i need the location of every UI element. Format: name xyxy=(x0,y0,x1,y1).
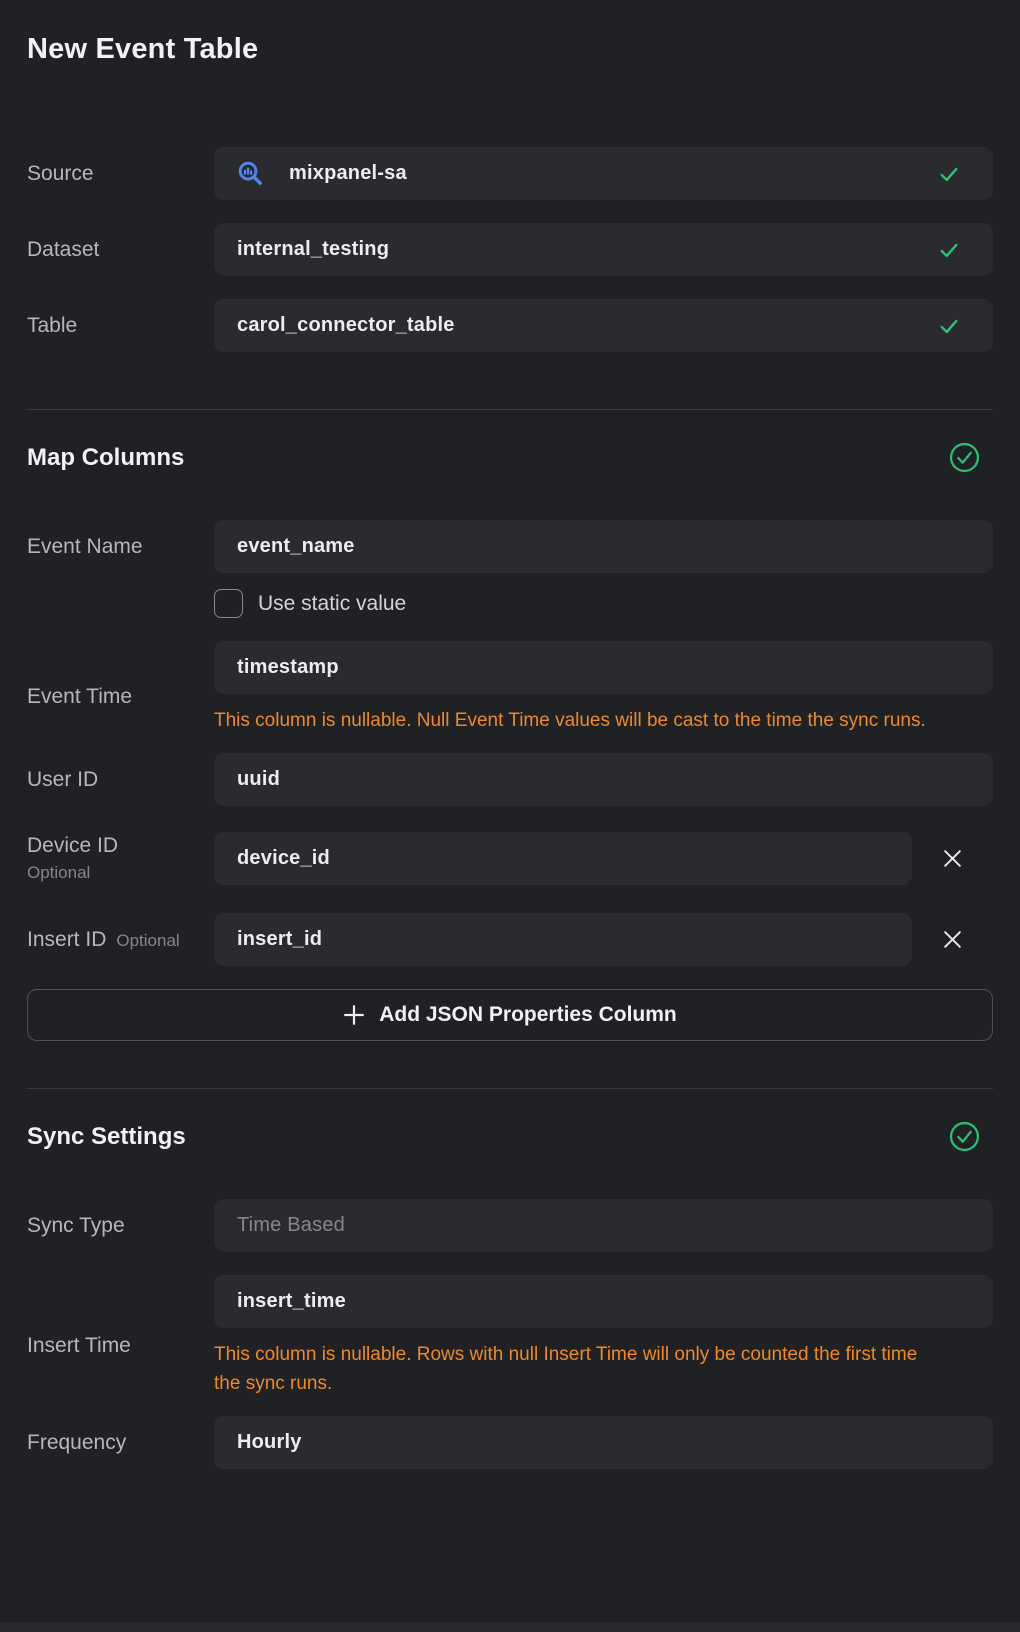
circle-check-icon xyxy=(949,442,980,473)
page-title: New Event Table xyxy=(27,33,993,66)
table-input[interactable]: carol_connector_table xyxy=(214,299,993,352)
check-icon xyxy=(938,315,960,337)
user-id-value: uuid xyxy=(237,768,280,791)
x-icon xyxy=(942,848,963,869)
event-time-label: Event Time xyxy=(27,685,214,709)
circle-check-icon xyxy=(949,1121,980,1152)
table-value: carol_connector_table xyxy=(237,314,455,337)
insert-time-nullable-warning: This column is nullable. Rows with null … xyxy=(214,1340,929,1398)
frequency-label: Frequency xyxy=(27,1431,214,1455)
device-id-input[interactable]: device_id xyxy=(214,832,912,885)
sync-type-value: Time Based xyxy=(237,1214,345,1237)
insert-id-input[interactable]: insert_id xyxy=(214,913,912,966)
sync-settings-header: Sync Settings xyxy=(27,1121,993,1152)
source-label: Source xyxy=(27,162,214,186)
use-static-value-row: Use static value xyxy=(214,589,993,618)
dataset-value: internal_testing xyxy=(237,238,389,261)
event-time-row: Event Time timestamp This column is null… xyxy=(27,641,993,753)
check-icon xyxy=(938,239,960,261)
user-id-label: User ID xyxy=(27,768,214,792)
table-row: Table carol_connector_table xyxy=(27,299,993,352)
dataset-label: Dataset xyxy=(27,238,214,262)
remove-device-id-button[interactable] xyxy=(912,832,993,885)
bottom-edge-strip xyxy=(0,1622,1020,1632)
device-id-optional-tag: Optional xyxy=(27,863,214,883)
plus-icon xyxy=(343,1004,365,1026)
table-label: Table xyxy=(27,314,214,338)
check-icon xyxy=(938,163,960,185)
insert-time-row: Insert Time insert_time This column is n… xyxy=(27,1275,993,1416)
sync-settings-heading: Sync Settings xyxy=(27,1123,186,1151)
sync-type-input: Time Based xyxy=(214,1199,993,1252)
event-time-input[interactable]: timestamp xyxy=(214,641,993,694)
insert-id-optional-tag: Optional xyxy=(116,931,179,951)
device-id-value: device_id xyxy=(237,847,330,870)
user-id-row: User ID uuid xyxy=(27,753,993,806)
frequency-input[interactable]: Hourly xyxy=(214,1416,993,1469)
event-name-row: Event Name event_name xyxy=(27,520,993,573)
user-id-input[interactable]: uuid xyxy=(214,753,993,806)
insert-time-input[interactable]: insert_time xyxy=(214,1275,993,1328)
source-row: Source mixpanel-sa xyxy=(27,147,993,200)
insert-id-value: insert_id xyxy=(237,928,322,951)
insert-time-value: insert_time xyxy=(237,1290,346,1313)
add-json-properties-column-button[interactable]: Add JSON Properties Column xyxy=(27,989,993,1041)
insert-id-row: Insert ID Optional insert_id xyxy=(27,913,993,966)
event-name-label: Event Name xyxy=(27,535,214,559)
device-id-label: Device ID xyxy=(27,834,214,858)
insert-time-label: Insert Time xyxy=(27,1334,214,1358)
add-json-properties-column-label: Add JSON Properties Column xyxy=(379,1003,677,1027)
x-icon xyxy=(942,929,963,950)
dataset-row: Dataset internal_testing xyxy=(27,223,993,276)
dataset-input[interactable]: internal_testing xyxy=(214,223,993,276)
frequency-value: Hourly xyxy=(237,1431,302,1454)
event-time-value: timestamp xyxy=(237,656,339,679)
device-id-row: Device ID Optional device_id xyxy=(27,832,993,885)
new-event-table-form: New Event Table Source mixpanel-sa xyxy=(0,0,1020,1469)
source-value: mixpanel-sa xyxy=(289,162,407,185)
event-name-value: event_name xyxy=(237,535,355,558)
section-divider xyxy=(27,409,993,410)
map-columns-heading: Map Columns xyxy=(27,444,184,472)
event-time-nullable-warning: This column is nullable. Null Event Time… xyxy=(214,706,929,735)
frequency-row: Frequency Hourly xyxy=(27,1416,993,1469)
sync-type-label: Sync Type xyxy=(27,1214,214,1238)
section-divider xyxy=(27,1088,993,1089)
use-static-value-label: Use static value xyxy=(258,592,406,616)
source-input[interactable]: mixpanel-sa xyxy=(214,147,993,200)
event-name-input[interactable]: event_name xyxy=(214,520,993,573)
remove-insert-id-button[interactable] xyxy=(912,913,993,966)
insert-id-label: Insert ID xyxy=(27,928,106,952)
use-static-value-checkbox[interactable] xyxy=(214,589,243,618)
map-columns-header: Map Columns xyxy=(27,442,993,473)
bigquery-search-icon xyxy=(237,160,264,187)
sync-type-row: Sync Type Time Based xyxy=(27,1199,993,1252)
